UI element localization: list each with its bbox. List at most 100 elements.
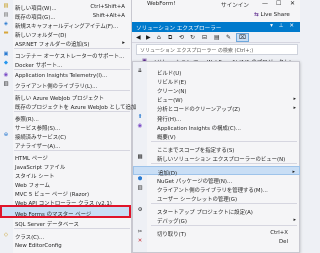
menu-item-publish[interactable]: ⬆ 発行(H)... (133, 113, 300, 123)
solution-explorer-toolbar: ◀ ▶ ⌂ ⧉ ⟲ ↻ ⊟ ▤ ✎ ⌧ (132, 32, 300, 43)
menu-item-label: 分析とコードのクリーンアップ(Z) (157, 106, 241, 113)
menu-item-label: SQL Server データベース (15, 221, 79, 228)
add-item-class[interactable]: ◇ クラス(C)... (0, 231, 131, 241)
chevron-right-icon: ▸ (293, 216, 296, 223)
library-icon: ▥ (137, 185, 143, 191)
menu-item-client-libs[interactable]: ▥ クライアント側のライブラリを管理する(M)... (133, 184, 300, 194)
live-share-icon: ⇆ (254, 12, 259, 18)
add-item-aspnet-folder[interactable]: ASP.NET フォルダーの追加(S) ▸ (0, 38, 131, 48)
menu-item-label: ユーザー シークレットの管理(G) (157, 196, 238, 203)
add-item-mvc-view-page[interactable]: MVC 5 ビュー ページ (Razor) (0, 188, 131, 198)
add-item-service-reference[interactable]: サービス参照(S)... (0, 122, 131, 132)
menu-separator (14, 228, 130, 229)
add-item-sql-server-database[interactable]: SQL Server データベース (0, 218, 131, 228)
back-icon[interactable]: ◀ (136, 34, 141, 41)
menu-separator (14, 150, 130, 151)
solution-explorer-header: ソリューション エクスプローラー ▾ ⊥ ✕ (132, 22, 300, 32)
menu-separator (151, 141, 297, 142)
insights-icon: ◉ (137, 123, 143, 129)
menu-item-analyze[interactable]: 分析とコードのクリーンアップ(Z) ▸ (133, 103, 300, 113)
menu-item-label: Application Insights Telemetry(I)... (15, 72, 108, 79)
container-icon: ▣ (3, 51, 9, 57)
menu-separator (151, 225, 297, 226)
menu-item-label: New EditorConfig (15, 242, 62, 249)
add-item-container-orchestrator[interactable]: ▣ コンテナー オーケストレーターのサポート... (0, 50, 131, 60)
switch-views-icon[interactable]: ⧉ (168, 34, 172, 42)
forward-icon[interactable]: ▶ (146, 34, 151, 41)
menu-item-label: Docker サポート... (15, 62, 63, 69)
menu-item-overview[interactable]: 概要(V) (133, 131, 300, 141)
menu-item-label: アナライザー(A)... (15, 143, 61, 150)
close-icon[interactable]: ✕ (290, 0, 295, 7)
menu-item-shortcut: Ctrl+X (270, 229, 288, 236)
add-item-new-folder[interactable]: ▬ 新しいフォルダー(D) (0, 29, 131, 39)
refresh-icon[interactable]: ↻ (190, 34, 195, 41)
menu-item-add[interactable]: 追加(D) ▸ (133, 166, 300, 177)
add-item-web-forms-master-page[interactable]: Web Forms のマスター ページ (0, 205, 131, 218)
chevron-down-icon[interactable]: ▾ (270, 23, 275, 29)
add-item-javascript-file[interactable]: JavaScript ファイル (0, 161, 131, 171)
menu-item-shortcut: Shift+Alt+A (92, 12, 125, 19)
publish-icon: ⬆ (137, 114, 143, 120)
add-item-style-sheet[interactable]: スタイル シート (0, 170, 131, 180)
maximize-icon[interactable]: ☐ (276, 0, 281, 7)
add-item-connected-service[interactable]: ⊕ 接続済みサービス(C) (0, 131, 131, 141)
preview-icon[interactable]: ⌧ (236, 33, 249, 42)
menu-separator (14, 111, 130, 112)
add-item-new-item[interactable]: ▤ 新しい項目(W)... Ctrl+Shift+A (0, 2, 131, 12)
menu-item-user-secrets[interactable]: ユーザー シークレットの管理(G) (133, 193, 300, 203)
solution-explorer-search[interactable]: ソリューション エクスプローラー の検索 (Ctrl+;) (136, 44, 298, 55)
add-item-existing-item[interactable]: ▤ 既存の項目(G)... Shift+Alt+A (0, 11, 131, 21)
close-icon[interactable]: ✕ (289, 23, 296, 29)
gear-icon: ⚙ (137, 207, 143, 213)
menu-item-app-insights[interactable]: ◉ Application Insights の構成(C)... (133, 122, 300, 132)
menu-item-clean[interactable]: クリーン(N) (133, 85, 300, 95)
menu-item-debug[interactable]: デバッグ(G) ▸ (133, 215, 300, 225)
home-icon[interactable]: ⌂ (157, 34, 161, 41)
add-item-scaffold[interactable]: ◈ 新規スキャフォールディングアイテム(F)... (0, 20, 131, 30)
sign-in-link[interactable]: サインイン (221, 1, 249, 9)
menu-item-shortcut: Del (279, 238, 288, 245)
add-item-analyzer[interactable]: アナライザー(A)... (0, 140, 131, 150)
menu-item-set-startup[interactable]: ⚙ スタートアップ プロジェクトに設定(A) (133, 206, 300, 216)
build-icon: ⇊ (137, 68, 143, 74)
menu-item-view[interactable]: ビュー(W) ▸ (133, 94, 300, 104)
menu-item-delete[interactable]: ✕ Del (133, 237, 300, 246)
existing-item-icon: ▤ (3, 12, 9, 18)
connected-service-icon: ⊕ (3, 132, 9, 138)
menu-item-build[interactable]: ⇊ ビルド(U) (133, 67, 300, 77)
new-view-icon: ▦ (137, 154, 143, 160)
collapse-all-icon[interactable]: ⊟ (202, 34, 207, 41)
add-item-new-editorconfig[interactable]: New EditorConfig (0, 241, 131, 250)
add-item-html-page[interactable]: HTML ページ (0, 152, 131, 162)
add-submenu: ▤ 新しい項目(W)... Ctrl+Shift+A ▤ 既存の項目(G)...… (0, 0, 136, 253)
live-share-button[interactable]: ⇆ Live Share (254, 12, 290, 18)
project-context-menu: ⇊ ビルド(U) リビルド(E) クリーン(N) ビュー(W) ▸ 分析とコード… (132, 61, 300, 253)
menu-item-shortcut: Ctrl+Shift+A (90, 3, 125, 10)
add-item-app-insights[interactable]: ◉ Application Insights Telemetry(I)... (0, 71, 131, 80)
sync-icon[interactable]: ⟲ (179, 34, 184, 41)
delete-icon: ✕ (137, 238, 143, 244)
add-item-web-form[interactable]: Web フォーム (0, 179, 131, 189)
add-item-client-library[interactable]: ▥ クライアント側のライブラリ(L)... (0, 80, 131, 90)
add-item-new-webjob[interactable]: 新しい Azure WebJob プロジェクト (0, 92, 131, 102)
menu-item-label: 概要(V) (157, 134, 176, 141)
chevron-right-icon: ▸ (292, 168, 295, 175)
show-all-files-icon[interactable]: ▤ (214, 34, 220, 41)
menu-item-new-view[interactable]: ▦ 新しいソリューション エクスプローラーのビュー(N) (133, 153, 300, 163)
menu-item-label: クラス(C)... (15, 234, 45, 241)
menu-item-scope[interactable]: ここまでスコープを指定する(S) (133, 144, 300, 154)
menu-item-rebuild[interactable]: リビルド(E) (133, 76, 300, 86)
menu-item-label: クライアント側のライブラリ(L)... (15, 83, 98, 90)
search-placeholder: ソリューション エクスプローラー の検索 (Ctrl+;) (140, 47, 254, 54)
menu-item-cut[interactable]: ✂ 切り取り(T) Ctrl+X (133, 228, 300, 238)
docker-icon: ◆ (3, 60, 9, 66)
menu-item-nuget[interactable]: ⬢ NuGet パッケージの管理(N)... (133, 175, 300, 185)
add-item-reference[interactable]: 参照(R)... (0, 113, 131, 123)
pin-icon[interactable]: ⊥ (279, 23, 286, 29)
add-item-existing-webjob[interactable]: 既存のプロジェクトを Azure WebJob として追加 (0, 101, 136, 111)
add-item-docker[interactable]: ◆ Docker サポート... (0, 59, 131, 69)
project-name-tab[interactable]: WebForm! (147, 1, 176, 7)
minimize-icon[interactable]: — (262, 0, 268, 7)
properties-icon[interactable]: ✎ (226, 34, 231, 41)
